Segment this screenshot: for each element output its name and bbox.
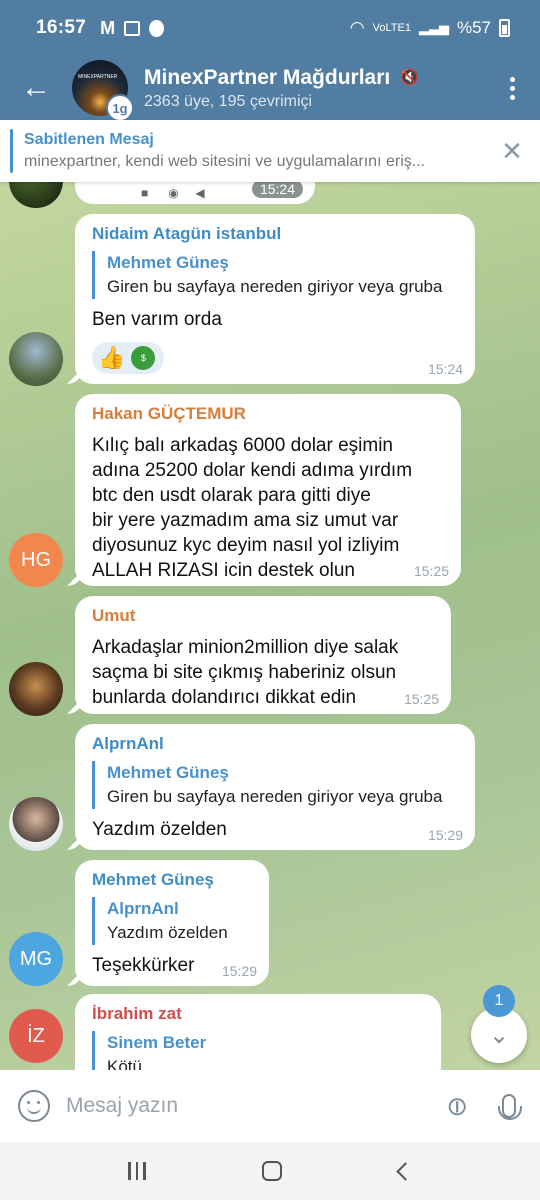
- message-bubble[interactable]: Hakan GÜÇTEMUR Kılıç balı arkadaş 6000 d…: [75, 394, 461, 586]
- reply-sender: Sinem Beter: [107, 1033, 207, 1052]
- reply-preview[interactable]: Mehmet Güneş Giren bu sayfaya nereden gi…: [92, 251, 461, 299]
- chat-header: ← MINEXPARTNER 1g MinexPartner Mağdurlar…: [0, 56, 540, 122]
- reply-preview[interactable]: Sinem Beter Kötü: [92, 1031, 427, 1070]
- message-sender[interactable]: Hakan GÜÇTEMUR: [92, 403, 447, 425]
- video-controls: ■ ◉ ◀: [141, 186, 205, 200]
- status-notification-icons: M: [100, 17, 165, 39]
- message-sender[interactable]: AlprnAnl: [92, 733, 461, 755]
- message-time: 15:24: [251, 182, 303, 198]
- message-input[interactable]: Mesaj yazın: [66, 1094, 446, 1118]
- paperclip-icon[interactable]: ⊘: [438, 1087, 475, 1124]
- message-time: 15:29: [427, 827, 463, 843]
- mute-icon: 🔇: [400, 68, 419, 86]
- status-bar: 16:57 M ◠ VoLTE1 ▂▃▅ %57: [0, 0, 540, 56]
- group-avatar-logo: MINEXPARTNER: [78, 74, 118, 80]
- avatar-initials: HG: [21, 548, 51, 571]
- avatar[interactable]: [9, 182, 63, 208]
- bar: [128, 1162, 131, 1180]
- message-text: Arkadaşlar minion2million diye salak saç…: [92, 637, 399, 708]
- reply-text: Giren bu sayfaya nereden giriyor veya gr…: [107, 787, 443, 806]
- message-sender[interactable]: Umut: [92, 605, 437, 627]
- message-bubble[interactable]: ■ ◉ ◀ 15:24: [75, 182, 315, 204]
- avatar[interactable]: İZ: [9, 1009, 63, 1063]
- pinned-indicator: [10, 129, 13, 173]
- back-button[interactable]: ←: [0, 56, 72, 120]
- emoji-icon[interactable]: [18, 1090, 50, 1122]
- close-pinned-button[interactable]: ✕: [484, 136, 540, 167]
- pinned-body: Sabitlenen Mesaj minexpartner, kendi web…: [24, 131, 484, 171]
- pinned-text: minexpartner, kendi web sitesini ve uygu…: [24, 153, 426, 170]
- group-avatar-badge: 1g: [106, 94, 134, 122]
- message-bubble[interactable]: Umut Arkadaşlar minion2million diye sala…: [75, 596, 451, 714]
- chat-title: MinexPartner Mağdurları: [144, 65, 391, 89]
- reaction-chip[interactable]: 👍 $: [92, 342, 164, 374]
- battery-icon: [499, 19, 510, 37]
- recent-apps-button[interactable]: [128, 1162, 146, 1180]
- more-menu-button[interactable]: [484, 56, 540, 120]
- chat-info[interactable]: MinexPartner Mağdurları 🔇 2363 üye, 195 …: [144, 66, 484, 111]
- battery-percent: %57: [456, 18, 491, 37]
- avatar-initials: MG: [19, 947, 53, 970]
- message-bubble[interactable]: AlprnAnl Mehmet Güneş Giren bu sayfaya n…: [75, 724, 475, 850]
- message-bubble[interactable]: Nidaim Atagün istanbul Mehmet Güneş Gire…: [75, 214, 475, 384]
- network-label: VoLTE1: [372, 22, 411, 34]
- bar: [143, 1162, 146, 1180]
- system-nav-bar: [0, 1142, 540, 1200]
- arrow-left-icon: ←: [21, 71, 51, 104]
- reply-preview[interactable]: AlprnAnl Yazdım özelden: [92, 897, 255, 945]
- avatar[interactable]: [9, 797, 63, 851]
- thumbs-up-icon: 👍: [98, 345, 126, 370]
- close-icon: ✕: [501, 135, 523, 166]
- wifi-icon: ◠: [349, 18, 365, 37]
- gmail-icon: M: [100, 17, 116, 38]
- message-composer: Mesaj yazın ⊘: [0, 1070, 540, 1142]
- dot: [509, 85, 515, 91]
- message-bubble[interactable]: İbrahim zat Sinem Beter Kötü: [75, 994, 441, 1070]
- message-text: Yazdım özelden: [92, 819, 227, 840]
- dot: [509, 94, 515, 100]
- message-time: 15:29: [221, 963, 257, 979]
- avatar[interactable]: [9, 662, 63, 716]
- reply-sender: Mehmet Güneş: [107, 763, 229, 782]
- home-button[interactable]: [262, 1161, 283, 1181]
- app-notification-icon: [149, 19, 165, 37]
- chat-area[interactable]: ■ ◉ ◀ 15:24 Nidaim Atagün istanbul Mehme…: [0, 182, 540, 1070]
- status-time: 16:57: [36, 17, 87, 38]
- pinned-title: Sabitlenen Mesaj: [24, 131, 154, 148]
- avatar[interactable]: [9, 332, 63, 386]
- message-sender[interactable]: Nidaim Atagün istanbul: [92, 223, 461, 245]
- chevron-down-icon: ⌄: [488, 1021, 510, 1049]
- bar: [135, 1162, 139, 1180]
- avatar[interactable]: MG: [9, 932, 63, 986]
- reply-sender: Mehmet Güneş: [107, 253, 229, 272]
- reply-text: Giren bu sayfaya nereden giriyor veya gr…: [107, 277, 443, 296]
- dot: [509, 76, 515, 82]
- message-sender[interactable]: İbrahim zat: [92, 1003, 427, 1025]
- reply-text: Yazdım özelden: [107, 923, 228, 942]
- message-text: Ben varım orda: [92, 309, 222, 330]
- reply-text: Kötü: [107, 1057, 142, 1070]
- chat-title-row: MinexPartner Mağdurları 🔇: [144, 66, 484, 90]
- message-time: 15:24: [427, 361, 463, 377]
- message-time: 15:25: [403, 691, 439, 707]
- message-sender[interactable]: Mehmet Güneş: [92, 869, 255, 891]
- chat-subtitle: 2363 üye, 195 çevrimiçi: [144, 92, 313, 110]
- group-avatar[interactable]: MINEXPARTNER 1g: [72, 60, 134, 122]
- unread-badge: 1: [483, 985, 515, 1017]
- message-text: Kılıç balı arkadaş 6000 dolar eşimin adı…: [92, 435, 413, 581]
- reply-sender: AlprnAnl: [107, 899, 179, 918]
- avatar-initials: İZ: [27, 1024, 45, 1047]
- message-time: 15:25: [413, 563, 449, 579]
- reply-preview[interactable]: Mehmet Güneş Giren bu sayfaya nereden gi…: [92, 761, 461, 809]
- gallery-icon: [124, 20, 141, 36]
- reactor-avatar: $: [131, 346, 156, 370]
- status-right: ◠ VoLTE1 ▂▃▅ %57: [350, 18, 510, 38]
- pinned-message[interactable]: Sabitlenen Mesaj minexpartner, kendi web…: [0, 120, 540, 182]
- microphone-icon[interactable]: [498, 1094, 522, 1120]
- message-bubble[interactable]: Mehmet Güneş AlprnAnl Yazdım özelden Teş…: [75, 860, 269, 986]
- signal-icon: ▂▃▅: [418, 20, 449, 35]
- avatar[interactable]: HG: [9, 533, 63, 587]
- back-nav-button[interactable]: [396, 1161, 415, 1181]
